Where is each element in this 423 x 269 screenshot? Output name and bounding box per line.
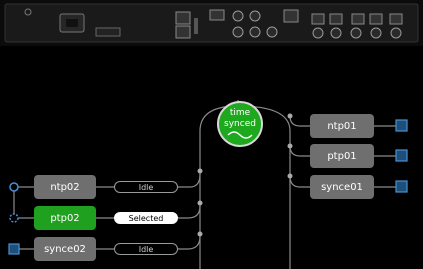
input-node-label: synce02	[44, 243, 86, 255]
bnc-connector-icon	[249, 10, 261, 22]
ethernet-port-icon	[175, 11, 191, 25]
output-node-label: ptp01	[327, 150, 357, 162]
bnc-connector-icon	[249, 26, 261, 38]
ethernet-port-icon	[209, 9, 225, 21]
input-node-label: ptp02	[50, 212, 80, 224]
input-port-icon[interactable]	[8, 243, 20, 255]
output-port-icon[interactable]	[395, 149, 408, 162]
input-node-label: ntp02	[50, 181, 80, 193]
input-node-synce02[interactable]: synce02	[34, 237, 96, 261]
ethernet-port-icon	[283, 9, 299, 23]
sine-wave-icon	[227, 131, 253, 139]
output-port-icon[interactable]	[395, 119, 408, 132]
output-node-synce01[interactable]: synce01	[310, 175, 374, 199]
input-state-badge: Idle	[114, 243, 178, 255]
device-panel-graphic	[4, 3, 419, 43]
output-node-ntp01[interactable]: ntp01	[310, 114, 374, 138]
bnc-connector-icon	[266, 26, 278, 38]
input-port-icon[interactable]	[9, 182, 19, 192]
input-node-ntp02[interactable]: ntp02	[34, 175, 96, 199]
ethernet-port-icon	[175, 25, 191, 39]
device-rear-panel	[0, 0, 423, 46]
input-node-ptp02[interactable]: ptp02	[34, 206, 96, 230]
status-line1: time	[229, 108, 251, 118]
output-port-icon[interactable]	[395, 180, 408, 193]
input-port-icon[interactable]	[9, 213, 19, 223]
time-synced-status-indicator[interactable]: time synced	[217, 101, 263, 147]
output-node-ptp01[interactable]: ptp01	[310, 144, 374, 168]
sync-topology-view: time synced ntp01 ptp01 synce01 ntp02 pt…	[0, 46, 423, 269]
status-line2: synced	[224, 119, 256, 129]
input-state-badge: Selected	[114, 212, 178, 224]
bnc-connector-icon	[232, 10, 244, 22]
output-node-label: ntp01	[327, 120, 357, 132]
input-state-badge: Idle	[114, 181, 178, 193]
output-node-label: synce01	[321, 181, 363, 193]
bnc-connector-icon	[232, 26, 244, 38]
